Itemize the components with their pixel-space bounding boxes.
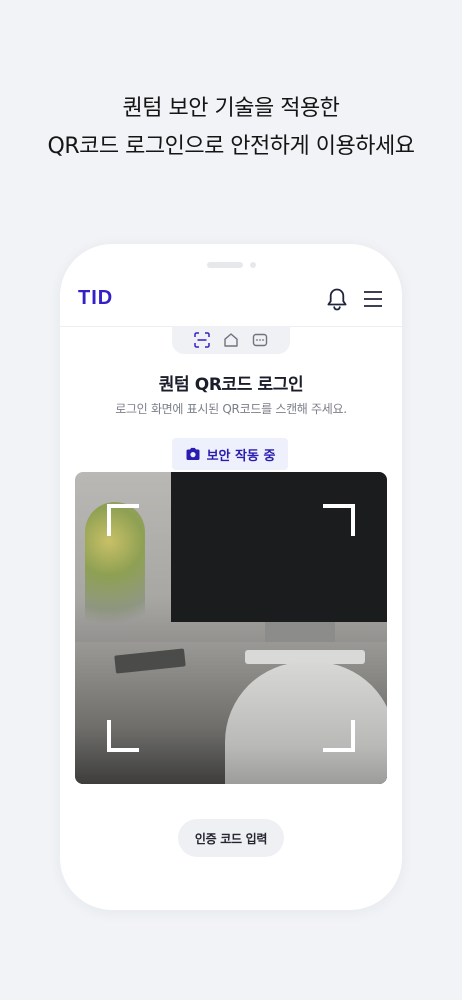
menu-icon[interactable]: [362, 288, 384, 310]
security-status-badge: 보안 작동 중: [172, 438, 288, 470]
scan-corner-top-left: [107, 504, 139, 536]
bell-icon[interactable]: [324, 286, 350, 312]
promo-headline: 퀀텀 보안 기술을 적용한 QR코드 로그인으로 안전하게 이용하세요: [0, 90, 462, 166]
more-icon[interactable]: [251, 331, 269, 349]
scan-corner-bottom-right: [323, 720, 355, 752]
home-icon[interactable]: [222, 331, 240, 349]
enter-auth-code-button[interactable]: 인증 코드 입력: [178, 819, 284, 857]
scan-corner-bottom-left: [107, 720, 139, 752]
qr-scan-icon[interactable]: [193, 331, 211, 349]
security-status-label: 보안 작동 중: [206, 448, 276, 464]
camera-icon: [186, 447, 200, 460]
app-header: TID: [60, 284, 402, 327]
page-subtitle: 로그인 화면에 표시된 QR코드를 스캔해 주세요.: [115, 402, 347, 416]
camera-feed-monitor: [171, 472, 387, 622]
qr-scanner-viewfinder[interactable]: [75, 472, 387, 784]
tab-bar: [172, 326, 290, 354]
phone-camera: [250, 262, 256, 268]
phone-speaker: [207, 262, 243, 268]
app-logo: TID: [78, 287, 114, 309]
scan-corner-top-right: [323, 504, 355, 536]
promo-line-2: QR코드 로그인으로 안전하게 이용하세요: [47, 134, 415, 159]
promo-line-1: 퀀텀 보안 기술을 적용한: [122, 96, 340, 121]
phone-frame: TID 퀀텀 QR코드 로그인 로그인 화면에 표시된 QR코드를 스캔해 주세…: [60, 244, 402, 910]
camera-feed-stand: [265, 622, 335, 642]
page-title: 퀀텀 QR코드 로그인: [158, 375, 304, 395]
